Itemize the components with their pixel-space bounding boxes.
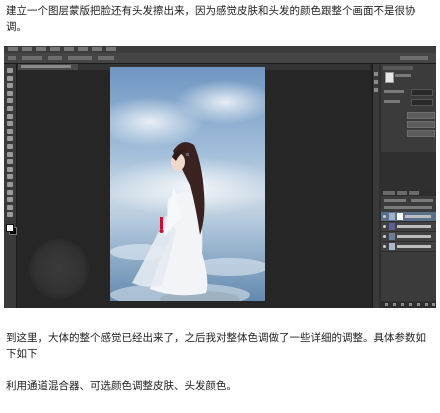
layer-name <box>405 215 431 218</box>
info-icon[interactable] <box>374 88 378 92</box>
eye-icon[interactable] <box>383 245 386 248</box>
eye-icon[interactable] <box>383 235 386 238</box>
menu-item[interactable] <box>106 47 116 51</box>
document-tab-label <box>21 65 71 68</box>
pen-icon[interactable] <box>7 174 13 180</box>
option-control[interactable] <box>68 56 92 60</box>
layer-mask-thumbnail <box>385 72 394 83</box>
layer-name <box>397 225 431 228</box>
foreground-color-swatch[interactable] <box>6 224 14 232</box>
layer-thumbnail <box>389 243 395 250</box>
ps-logo-icon <box>8 47 18 51</box>
option-control[interactable] <box>22 56 42 60</box>
menu-item[interactable] <box>22 47 32 51</box>
eyedropper-icon[interactable] <box>7 106 13 111</box>
eraser-icon[interactable] <box>7 144 13 149</box>
article-paragraph-channel-mixer: 利用通道混合器、可选颜色调整皮肤、头发颜色。 <box>6 380 237 392</box>
quick-select-icon[interactable] <box>7 90 13 96</box>
gradient-icon[interactable] <box>7 151 13 157</box>
article-paragraph-adjust: 到这里，大体的整个感觉已经出来了，之后我对整体色调做了一些详细的调整。具体参数如… <box>6 332 426 360</box>
trash-icon[interactable] <box>432 303 435 306</box>
adjustment-layer-icon[interactable] <box>409 303 412 306</box>
lock-row <box>384 206 432 209</box>
properties-title <box>383 66 413 70</box>
layer-name <box>397 245 431 248</box>
link-layers-icon[interactable] <box>385 303 388 306</box>
fx-icon[interactable] <box>393 303 396 306</box>
photo-illustration <box>110 67 265 301</box>
workspace-selector[interactable] <box>400 56 428 60</box>
right-panels <box>372 64 436 308</box>
layer-row[interactable] <box>381 232 436 242</box>
photoshop-window <box>4 46 436 308</box>
panel-icon-strip <box>373 64 379 308</box>
layers-panel <box>381 190 436 308</box>
lasso-icon[interactable] <box>7 83 13 89</box>
blend-mode-select[interactable] <box>384 199 406 202</box>
tab-layers[interactable] <box>383 191 395 195</box>
layers-footer <box>381 301 436 308</box>
layers-tabs <box>381 190 436 196</box>
color-range-button[interactable] <box>407 121 435 128</box>
zoom-icon[interactable] <box>7 212 13 218</box>
soft-brush-cursor <box>29 239 89 299</box>
menu-item[interactable] <box>50 47 60 51</box>
history-brush-icon[interactable] <box>7 136 13 142</box>
feather-label <box>384 100 400 103</box>
menu-item[interactable] <box>92 47 102 51</box>
layer-thumbnail <box>389 223 395 230</box>
menu-bar[interactable] <box>4 46 436 53</box>
opacity-field[interactable] <box>411 199 433 202</box>
tools-panel <box>4 64 17 308</box>
properties-panel <box>381 64 436 152</box>
history-icon[interactable] <box>374 72 378 76</box>
shape-icon[interactable] <box>7 197 13 203</box>
mask-edge-button[interactable] <box>407 112 435 119</box>
canvas-photo[interactable] <box>110 67 265 301</box>
eye-icon[interactable] <box>383 215 386 218</box>
feather-field[interactable] <box>411 99 433 106</box>
layer-row[interactable] <box>381 222 436 232</box>
type-icon[interactable] <box>7 182 13 187</box>
menu-item[interactable] <box>64 47 74 51</box>
new-layer-icon[interactable] <box>425 303 428 306</box>
add-mask-icon[interactable] <box>401 303 404 306</box>
article-paragraph-mask: 建立一个图层蒙版把脸还有头发擦出来，因为感觉皮肤和头发的颜色跟整个画面不是很协调… <box>6 5 416 33</box>
layer-list <box>381 212 436 292</box>
hand-icon[interactable] <box>7 204 13 210</box>
layer-mask-thumbnail[interactable] <box>397 213 403 220</box>
new-group-icon[interactable] <box>417 303 420 306</box>
move-icon[interactable] <box>7 68 13 73</box>
option-control[interactable] <box>98 56 114 60</box>
properties-icon[interactable] <box>374 80 378 84</box>
menu-item[interactable] <box>36 47 46 51</box>
clone-stamp-icon[interactable] <box>7 128 13 134</box>
layer-name <box>397 235 431 238</box>
invert-button[interactable] <box>407 130 435 137</box>
tab-paths[interactable] <box>409 191 419 195</box>
menu-item[interactable] <box>78 47 88 51</box>
document-tab-active[interactable] <box>18 64 78 70</box>
path-select-icon[interactable] <box>7 189 13 195</box>
options-bar <box>4 53 436 64</box>
density-field[interactable] <box>411 89 433 96</box>
healing-icon[interactable] <box>7 113 13 119</box>
option-control[interactable] <box>48 56 62 60</box>
marquee-icon[interactable] <box>7 75 13 81</box>
layer-row[interactable] <box>381 242 436 252</box>
tab-channels[interactable] <box>397 191 407 195</box>
blur-icon[interactable] <box>7 159 13 165</box>
crop-icon[interactable] <box>7 98 13 104</box>
brush-icon[interactable] <box>7 121 13 127</box>
eye-icon[interactable] <box>383 225 386 228</box>
dodge-icon[interactable] <box>7 166 13 172</box>
layer-thumbnail <box>389 233 395 240</box>
layer-row[interactable] <box>381 212 436 222</box>
layer-thumbnail <box>389 213 395 220</box>
tool-preset-icon[interactable] <box>8 56 16 60</box>
mask-label <box>395 74 411 77</box>
density-label <box>384 90 404 93</box>
